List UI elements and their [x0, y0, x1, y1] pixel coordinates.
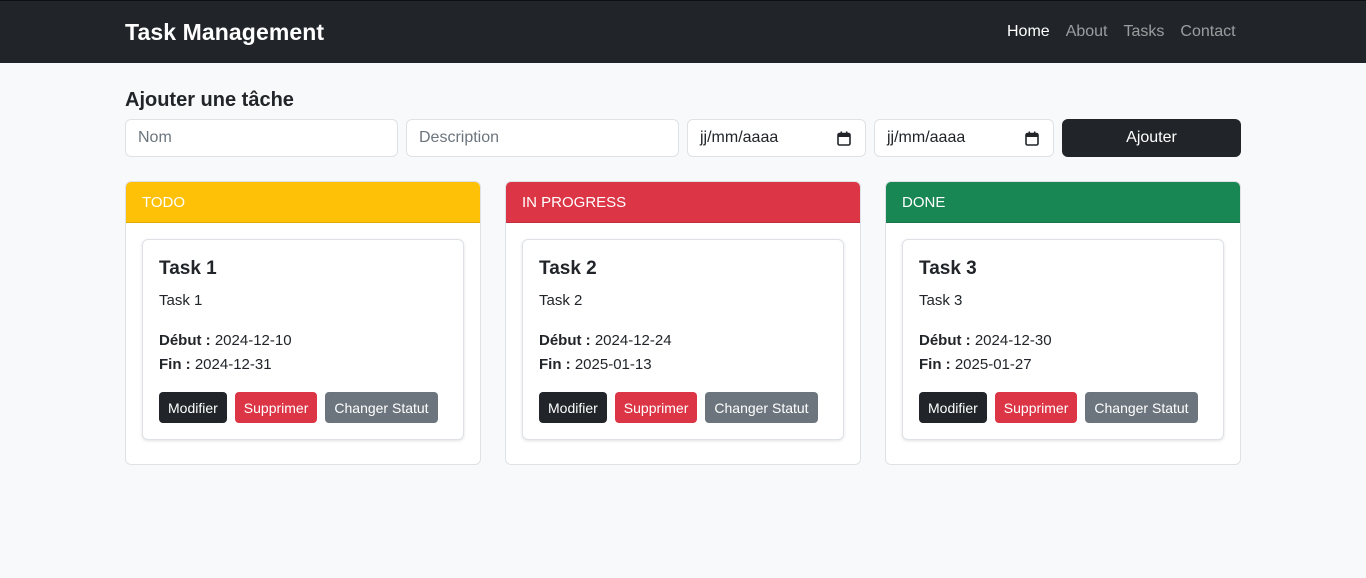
change-status-button[interactable]: Changer Statut [325, 392, 438, 423]
column-in-progress: IN PROGRESS Task 2 Task 2 Début : 2024-1… [505, 181, 861, 465]
edit-button[interactable]: Modifier [159, 392, 227, 423]
change-status-button[interactable]: Changer Statut [705, 392, 818, 423]
brand-title[interactable]: Task Management [125, 19, 324, 46]
start-label: Début : [159, 332, 211, 349]
task-card: Task 3 Task 3 Début : 2024-12-30 Fin : 2… [902, 239, 1224, 440]
end-date-input[interactable]: jj/mm/aaaa [874, 119, 1054, 157]
task-description: Task 2 [539, 292, 583, 309]
edit-button[interactable]: Modifier [539, 392, 607, 423]
nav-link-home[interactable]: Home [1007, 23, 1050, 41]
name-input[interactable] [125, 119, 398, 157]
edit-button[interactable]: Modifier [919, 392, 987, 423]
start-value: 2024-12-10 [214, 332, 292, 349]
delete-button[interactable]: Supprimer [614, 392, 698, 423]
task-end-date: Fin : 2024-12-31 [159, 356, 272, 373]
change-status-button[interactable]: Changer Statut [1085, 392, 1198, 423]
description-input[interactable] [406, 119, 679, 157]
column-todo: TODO Task 1 Task 1 Début : 2024-12-10 Fi… [125, 181, 481, 465]
end-label: Fin : [919, 356, 951, 373]
nav-link-contact[interactable]: Contact [1180, 23, 1235, 41]
column-done: DONE Task 3 Task 3 Début : 2024-12-30 Fi… [885, 181, 1241, 465]
end-value: 2025-01-13 [574, 356, 652, 373]
calendar-icon[interactable] [837, 131, 851, 146]
end-value: 2025-01-27 [954, 356, 1032, 373]
task-title: Task 2 [539, 258, 597, 279]
task-actions: Modifier Supprimer Changer Statut [159, 392, 446, 423]
column-header-todo: TODO [126, 182, 480, 223]
start-date-value: jj/mm/aaaa [700, 129, 779, 146]
task-description: Task 1 [159, 292, 203, 309]
start-value: 2024-12-30 [974, 332, 1052, 349]
nav-link-tasks[interactable]: Tasks [1124, 23, 1165, 41]
start-label: Début : [919, 332, 971, 349]
delete-button[interactable]: Supprimer [234, 392, 318, 423]
task-actions: Modifier Supprimer Changer Statut [919, 392, 1206, 423]
task-card: Task 2 Task 2 Début : 2024-12-24 Fin : 2… [522, 239, 844, 440]
task-card: Task 1 Task 1 Début : 2024-12-10 Fin : 2… [142, 239, 464, 440]
task-description: Task 3 [919, 292, 963, 309]
start-value: 2024-12-24 [594, 332, 672, 349]
task-title: Task 3 [919, 258, 977, 279]
column-header-in-progress: IN PROGRESS [506, 182, 860, 223]
column-header-done: DONE [886, 182, 1240, 223]
task-title: Task 1 [159, 258, 217, 279]
task-start-date: Début : 2024-12-30 [919, 332, 1052, 349]
task-start-date: Début : 2024-12-10 [159, 332, 292, 349]
task-start-date: Début : 2024-12-24 [539, 332, 672, 349]
add-task-button[interactable]: Ajouter [1062, 119, 1241, 157]
navbar: Task Management Home About Tasks Contact [0, 0, 1366, 63]
form-title: Ajouter une tâche [125, 89, 294, 111]
end-date-value: jj/mm/aaaa [887, 129, 966, 146]
delete-button[interactable]: Supprimer [994, 392, 1078, 423]
start-label: Début : [539, 332, 591, 349]
start-date-input[interactable]: jj/mm/aaaa [687, 119, 866, 157]
end-label: Fin : [159, 356, 191, 373]
nav-links: Home About Tasks Contact [1007, 23, 1252, 41]
calendar-icon[interactable] [1025, 131, 1039, 146]
end-value: 2024-12-31 [194, 356, 272, 373]
task-actions: Modifier Supprimer Changer Statut [539, 392, 826, 423]
nav-link-about[interactable]: About [1066, 23, 1108, 41]
task-end-date: Fin : 2025-01-27 [919, 356, 1032, 373]
task-end-date: Fin : 2025-01-13 [539, 356, 652, 373]
end-label: Fin : [539, 356, 571, 373]
